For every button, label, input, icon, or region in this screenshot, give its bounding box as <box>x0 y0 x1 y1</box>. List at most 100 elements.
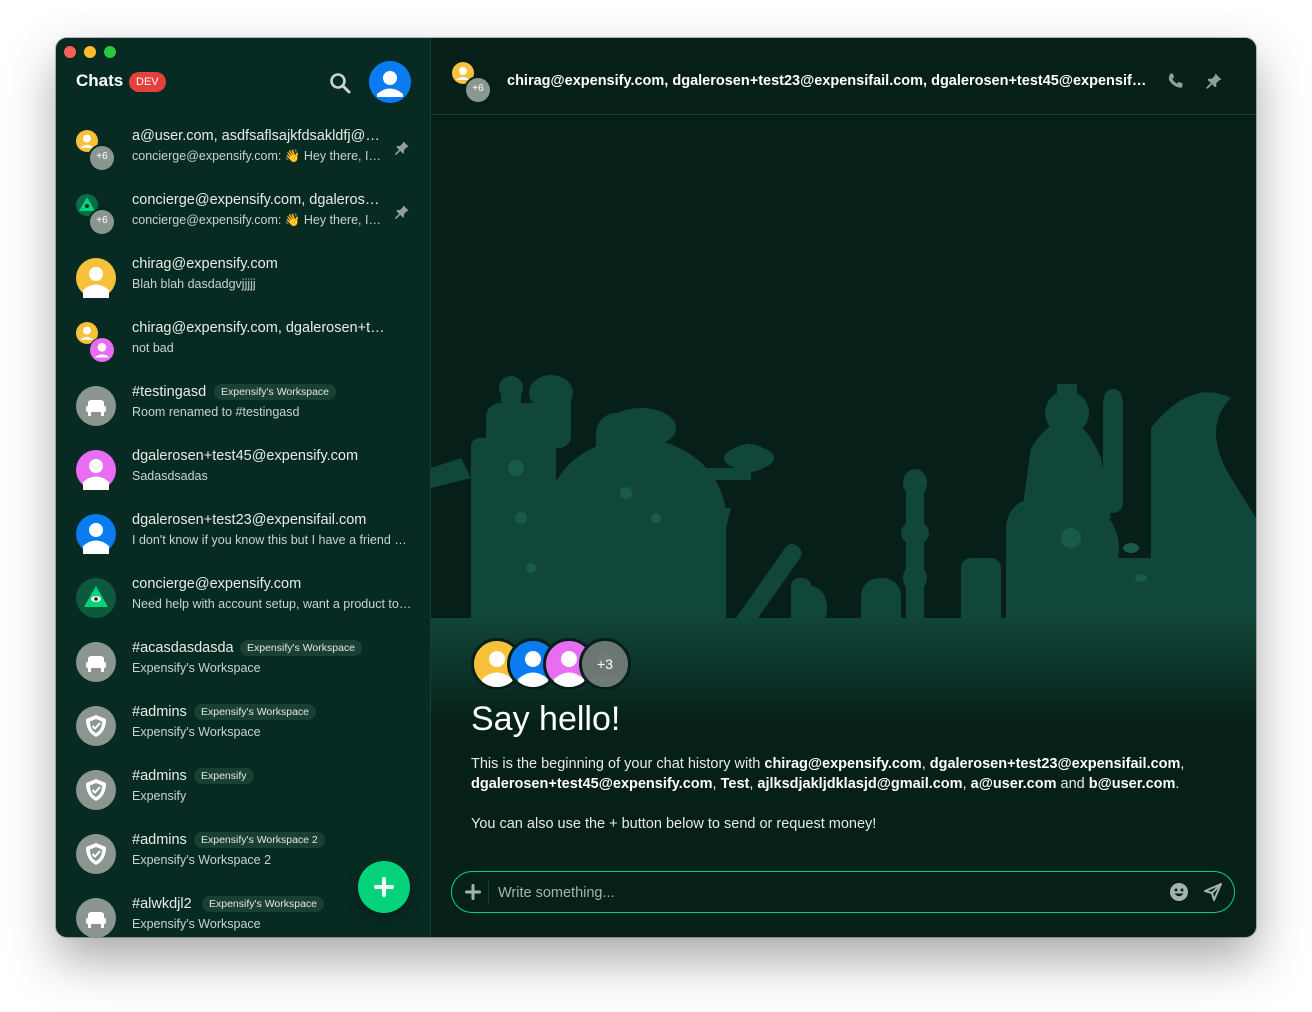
participant-name[interactable]: dgalerosen+test45@expensify.com <box>471 776 713 792</box>
chat-last-message: not bad <box>132 341 174 355</box>
chat-avatar <box>76 706 116 746</box>
chat-avatar <box>76 770 116 810</box>
minimize-window-button[interactable] <box>84 46 96 58</box>
welcome-section: +3 Say hello! This is the beginning of y… <box>471 638 1231 832</box>
chat-avatar <box>76 834 116 874</box>
user-icon <box>369 61 411 103</box>
extra-count: +3 <box>582 641 628 687</box>
chat-last-message: Room renamed to #testingasd <box>132 405 300 419</box>
workspace-badge: Expensify's Workspace <box>240 640 363 656</box>
chat-list-item[interactable]: concierge@expensify.com Need help with ac… <box>56 566 430 630</box>
separator: , <box>962 776 971 792</box>
participant-avatar-more[interactable]: +3 <box>579 638 631 690</box>
workspace-badge: Expensify's Workspace <box>202 896 325 912</box>
group-avatar-icon <box>76 130 116 172</box>
sidebar: Chats DEV +6 a@user.com, asdfsaflsajkfdsa… <box>56 38 431 937</box>
chat-name: chirag@expensify.com <box>132 256 278 272</box>
participant-name[interactable]: Test <box>721 776 750 792</box>
chat-name: chirag@expensify.com, dgalerosen+test45@… <box>132 320 388 336</box>
chat-extra-count: +6 <box>96 215 108 226</box>
chat-name: concierge@expensify.com, dgalerosen+test… <box>132 192 384 208</box>
chat-list-item[interactable]: chirag@expensify.com, dgalerosen+test45@… <box>56 310 430 374</box>
room-icon <box>76 642 116 682</box>
room-icon <box>76 386 116 426</box>
search-icon[interactable] <box>328 71 352 95</box>
chat-view: +6 chirag@expensify.com, dgalerosen+test… <box>431 38 1256 937</box>
chat-list-item[interactable]: dgalerosen+test23@expensifail.com I don't… <box>56 502 430 566</box>
close-window-button[interactable] <box>64 46 76 58</box>
room-icon <box>76 898 116 937</box>
new-chat-button[interactable] <box>358 861 410 913</box>
concierge-icon <box>76 578 116 618</box>
message-input[interactable] <box>496 880 1160 906</box>
chat-avatar <box>76 578 116 618</box>
sidebar-header: Chats DEV <box>56 58 430 108</box>
participant-name[interactable]: ajlksdjakljdklasjd@gmail.com <box>757 776 962 792</box>
emoji-icon[interactable] <box>1169 882 1189 902</box>
pin-icon[interactable] <box>1205 72 1223 90</box>
chat-list: +6 a@user.com, asdfsaflsajkfdsakldfj@gmai… <box>56 118 430 937</box>
chat-header: +6 chirag@expensify.com, dgalerosen+test… <box>431 38 1256 115</box>
group-avatar-icon <box>76 194 116 236</box>
welcome-text: This is the beginning of your chat histo… <box>471 754 1231 794</box>
participant-name[interactable]: a@user.com <box>971 776 1057 792</box>
maximize-window-button[interactable] <box>104 46 116 58</box>
chat-avatar <box>76 450 116 490</box>
separator: , <box>1180 756 1185 772</box>
pin-icon <box>395 205 409 219</box>
chat-last-message: Expensify's Workspace <box>132 661 261 675</box>
workspace-badge: Expensify's Workspace 2 <box>194 832 325 848</box>
welcome-intro: This is the beginning of your chat histo… <box>471 756 765 772</box>
header-extra-count: +6 <box>472 83 484 94</box>
chat-list-item[interactable]: #admins Expensify Expensify <box>56 758 430 822</box>
chat-list-item[interactable]: #testingasd Expensify's Workspace Room ren… <box>56 374 430 438</box>
header-avatars[interactable]: +6 <box>451 62 495 106</box>
chat-list-item[interactable]: chirag@expensify.com Blah blah dasdadgvjj… <box>56 246 430 310</box>
profile-avatar[interactable] <box>369 61 411 103</box>
user-icon <box>76 450 116 490</box>
separator: , <box>921 756 930 772</box>
env-badge: DEV <box>129 72 166 92</box>
send-icon[interactable] <box>1203 882 1223 902</box>
user-icon <box>76 258 116 298</box>
attach-plus-icon[interactable] <box>462 881 484 903</box>
shield-icon <box>76 706 116 746</box>
chat-list-item[interactable]: +6 concierge@expensify.com, dgalerosen+te… <box>56 182 430 246</box>
chat-list-item[interactable]: #acasdasdasda Expensify's Workspace Expens… <box>56 630 430 694</box>
workspace-badge: Expensify's Workspace <box>214 384 337 400</box>
chat-avatar <box>76 258 116 298</box>
composer-divider <box>488 880 489 904</box>
chat-avatar <box>76 898 116 937</box>
pin-icon <box>395 141 409 155</box>
phone-icon[interactable] <box>1166 72 1184 90</box>
chat-last-message: Expensify's Workspace <box>132 725 261 739</box>
chat-last-message: Sadasdsadas <box>132 469 208 483</box>
chat-avatar: +6 <box>76 130 116 172</box>
participant-avatars: +3 <box>471 638 1231 690</box>
chat-extra-count: +6 <box>96 151 108 162</box>
participant-name[interactable]: chirag@expensify.com <box>764 756 921 772</box>
chat-last-message: Expensify's Workspace <box>132 917 261 931</box>
welcome-hint: You can also use the + button below to s… <box>471 816 877 832</box>
workspace-badge: Expensify's Workspace <box>194 704 317 720</box>
chat-avatar <box>76 514 116 554</box>
chat-last-message: I don't know if you know this but I have… <box>132 533 412 547</box>
chat-last-message: concierge@expensify.com: 👋 Hey there, I'… <box>132 213 382 227</box>
user-icon <box>76 514 116 554</box>
chat-name: concierge@expensify.com <box>132 576 302 592</box>
participant-name[interactable]: dgalerosen+test23@expensifail.com <box>930 756 1181 772</box>
separator: , <box>712 776 721 792</box>
participant-name[interactable]: b@user.com <box>1089 776 1176 792</box>
group-avatar-icon <box>76 322 115 363</box>
chat-list-item[interactable]: #admins Expensify's Workspace Expensify's … <box>56 694 430 758</box>
shield-icon <box>76 834 116 874</box>
chat-avatar <box>76 642 116 682</box>
chat-name: a@user.com, asdfsaflsajkfdsakldfj@gmail.… <box>132 128 384 144</box>
chat-title[interactable]: chirag@expensify.com, dgalerosen+test23@… <box>507 73 1149 89</box>
welcome-title: Say hello! <box>471 700 621 738</box>
chat-last-message: Expensify <box>132 789 187 803</box>
chat-list-item[interactable]: dgalerosen+test45@expensify.com Sadasdsad… <box>56 438 430 502</box>
chat-list-item[interactable]: +6 a@user.com, asdfsaflsajkfdsakldfj@gmai… <box>56 118 430 182</box>
app-window: Chats DEV +6 a@user.com, asdfsaflsajkfdsa… <box>56 38 1256 937</box>
shield-icon <box>76 770 116 810</box>
